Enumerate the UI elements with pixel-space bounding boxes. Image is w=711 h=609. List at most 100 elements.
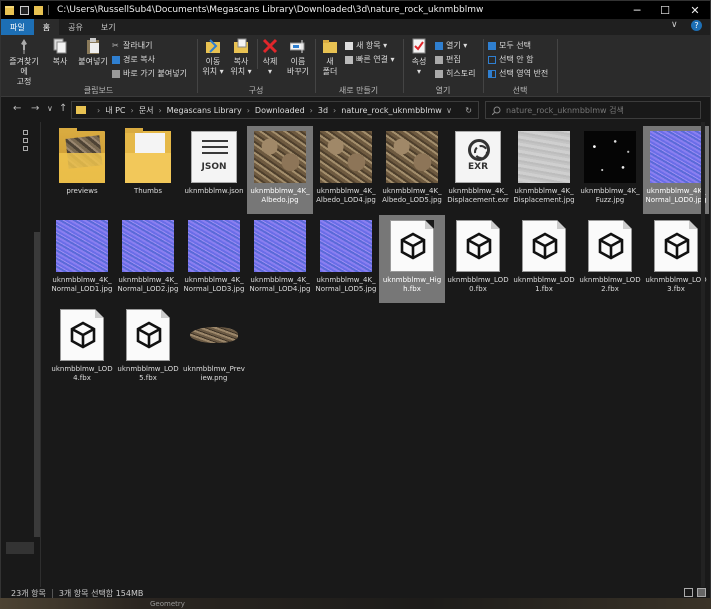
file-item[interactable]: uknmbblmw_4K_Normal_LOD2.jpg [115,215,181,303]
file-item[interactable]: uknmbblmw_4K_Albedo.jpg [247,126,313,214]
breadcrumb-this-pc[interactable]: 내 PC [105,105,125,116]
file-item[interactable]: previews [49,126,115,214]
paste-shortcut-label: 바로 가기 붙여넣기 [123,69,187,78]
cube-icon [654,220,698,272]
file-name: uknmbblmw_4K_Albedo.jpg [250,187,310,204]
cut-button[interactable]: ✂ 잘라내기 [112,40,152,51]
move-folder-icon [205,38,221,54]
copy-to-button[interactable]: 복사 위치 ▾ [229,38,253,77]
breadcrumb-megascans-library[interactable]: Megascans Library [167,106,242,115]
ribbon-collapse-icon[interactable]: ∨ [671,20,678,30]
tab-view[interactable]: 보기 [92,19,125,35]
copy-path-button[interactable]: 경로 복사 [112,54,155,65]
minimize-button[interactable]: ─ [622,1,652,19]
history-button[interactable]: 히스토리 [435,68,475,79]
file-item[interactable]: uknmbblmw_LOD3.fbx [643,215,709,303]
navigation-pane[interactable] [1,122,41,587]
file-name: uknmbblmw_4K_Displacement.jpg [513,187,575,204]
invert-selection-button[interactable]: 선택 영역 반전 [488,68,548,79]
file-item[interactable]: uknmbblmw_LOD5.fbx [115,304,181,392]
new-folder-icon[interactable] [34,5,43,15]
file-item[interactable]: uknmbblmw_4K_Normal_LOD1.jpg [49,215,115,303]
search-input[interactable]: nature_rock_uknmbblmw 검색 [485,101,701,119]
file-name: previews [66,187,98,195]
new-item-button[interactable]: 새 항목 ▾ [345,40,387,51]
refresh-button[interactable]: ↻ [465,106,472,115]
file-item[interactable]: uknmbblmw_Preview.png [181,304,247,392]
large-icons-view-icon[interactable] [697,588,706,597]
select-all-label: 모두 선택 [499,41,531,50]
file-item[interactable]: uknmbblmw_LOD4.fbx [49,304,115,392]
new-folder-icon [322,38,338,54]
properties-check-icon [411,38,427,54]
cube-icon [60,309,104,361]
file-name: uknmbblmw_4K_Normal_LOD3.jpg [183,276,245,293]
paste-button[interactable]: 붙여넣기 [77,38,109,67]
help-icon[interactable]: ? [691,20,702,31]
breadcrumb-documents[interactable]: 문서 [139,105,154,116]
new-group-label: 새로 만들기 [338,86,379,95]
file-item[interactable]: uknmbblmw_4K_Normal_LOD3.jpg [181,215,247,303]
file-item[interactable]: uknmbblmw_4K_Albedo_LOD4.jpg [313,126,379,214]
pin-icon [16,38,32,54]
rename-button[interactable]: 이름 바꾸기 [284,38,312,77]
address-dropdown-button[interactable]: ∨ [446,106,452,115]
move-to-button[interactable]: 이동 위치 ▾ [201,38,225,77]
recent-locations-button[interactable]: ∨ [47,104,53,113]
forward-button[interactable]: → [31,103,39,114]
tab-share[interactable]: 공유 [59,19,92,35]
navigation-pane-scroll-thumb[interactable] [6,542,34,554]
open-label: 열기 ▾ [446,41,468,50]
select-none-button[interactable]: 선택 안 함 [488,54,534,65]
address-bar[interactable]: › 내 PC › 문서 › Megascans Library › Downlo… [71,101,479,119]
easy-access-button[interactable]: 빠른 연결 ▾ [345,54,395,65]
tab-home[interactable]: 홈 [33,19,60,35]
file-item[interactable]: uknmbblmw_4K_Normal_LOD4.jpg [247,215,313,303]
maximize-button[interactable]: ☐ [650,1,680,19]
file-item[interactable]: uknmbblmw_LOD2.fbx [577,215,643,303]
pin-to-quick-access-button[interactable]: 즐겨찾기에 고정 [7,38,41,87]
properties-icon[interactable] [20,5,29,15]
file-item[interactable]: uknmbblmw_High.fbx [379,215,445,303]
scissors-icon: ✂ [112,40,119,50]
file-item[interactable]: uknmbblmw_LOD0.fbx [445,215,511,303]
file-type-tag: JSON [201,162,227,172]
file-item[interactable]: EXR uknmbblmw_4K_Displacement.exr [445,126,511,214]
properties-button[interactable]: 속성 ▾ [407,38,431,77]
breadcrumb-separator: › [97,105,101,115]
breadcrumb-downloaded[interactable]: Downloaded [255,106,305,115]
navigation-pane-scrollbar[interactable] [34,232,40,537]
open-group-label: 열기 [435,86,451,95]
file-item[interactable]: uknmbblmw_4K_Displacement.jpg [511,126,577,214]
open-button[interactable]: 열기 ▾ [435,40,467,51]
file-name: uknmbblmw_4K_Normal_LOD0.jpg [645,187,707,204]
file-name: uknmbblmw_LOD4.fbx [51,365,113,382]
breadcrumb-current-folder[interactable]: nature_rock_uknmbblmw [341,106,442,115]
edit-button[interactable]: 편집 [435,54,461,65]
file-item[interactable]: uknmbblmw_4K_Normal_LOD0.jpg [643,126,709,214]
copy-to-label: 복사 위치 ▾ [230,57,252,76]
copy-folder-icon [233,38,249,54]
copy-button[interactable]: 복사 [48,38,72,67]
details-view-icon[interactable] [684,588,693,597]
divider [51,588,53,598]
file-item[interactable]: uknmbblmw_4K_Fuzz.jpg [577,126,643,214]
up-button[interactable]: ↑ [59,103,67,114]
back-button[interactable]: ← [13,103,21,114]
delete-button[interactable]: 삭제 ▾ [260,38,280,77]
file-item[interactable]: JSON uknmbblmw.json [181,126,247,214]
file-item[interactable]: uknmbblmw_4K_Albedo_LOD5.jpg [379,126,445,214]
paste-shortcut-button[interactable]: 바로 가기 붙여넣기 [112,68,187,79]
file-item[interactable]: uknmbblmw_4K_Normal_LOD5.jpg [313,215,379,303]
select-all-button[interactable]: 모두 선택 [488,40,531,51]
tab-file[interactable]: 파일 [1,19,34,35]
content-scrollbar[interactable] [701,122,705,587]
file-item[interactable]: uknmbblmw_LOD1.fbx [511,215,577,303]
breadcrumb-3d[interactable]: 3d [318,106,328,115]
close-button[interactable]: ✕ [680,1,710,19]
cube-icon [522,220,566,272]
new-folder-button[interactable]: 새 폴더 [319,38,341,77]
organize-group-label: 구성 [248,86,264,95]
breadcrumb-separator: › [246,105,250,115]
file-item[interactable]: Thumbs [115,126,181,214]
